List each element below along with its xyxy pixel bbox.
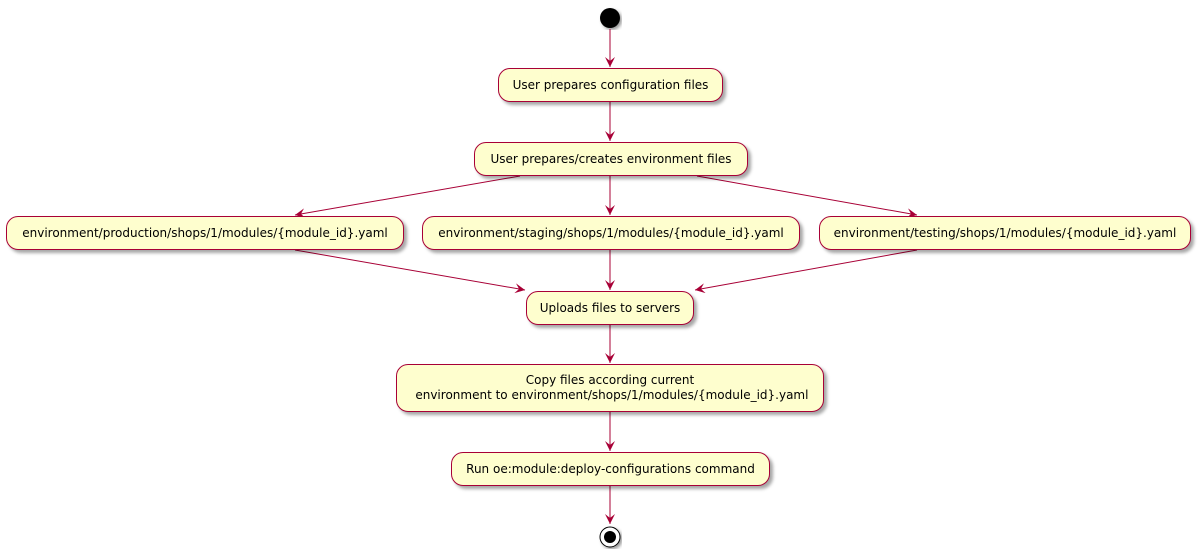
- edge-env-production: [294, 175, 521, 219]
- activity-env-staging: environment/staging/shops/1/modules/{mod…: [422, 216, 800, 250]
- activity-run: Run oe:module:deploy-configurations comm…: [451, 452, 770, 486]
- edge-testing-upload: [694, 249, 918, 294]
- activity-copy: Copy files according current environment…: [396, 364, 824, 412]
- edge-env-testing: [696, 175, 918, 219]
- activity-prepare-env: User prepares/creates environment files: [474, 142, 748, 176]
- edge-production-upload: [294, 249, 526, 294]
- activity-prepare-config: User prepares configuration files: [498, 68, 723, 102]
- activity-upload: Uploads files to servers: [526, 291, 694, 325]
- activity-env-production: environment/production/shops/1/modules/{…: [6, 216, 404, 250]
- start-node: [600, 8, 620, 28]
- stop-node-inner: [604, 531, 616, 543]
- activity-env-testing: environment/testing/shops/1/modules/{mod…: [819, 216, 1191, 250]
